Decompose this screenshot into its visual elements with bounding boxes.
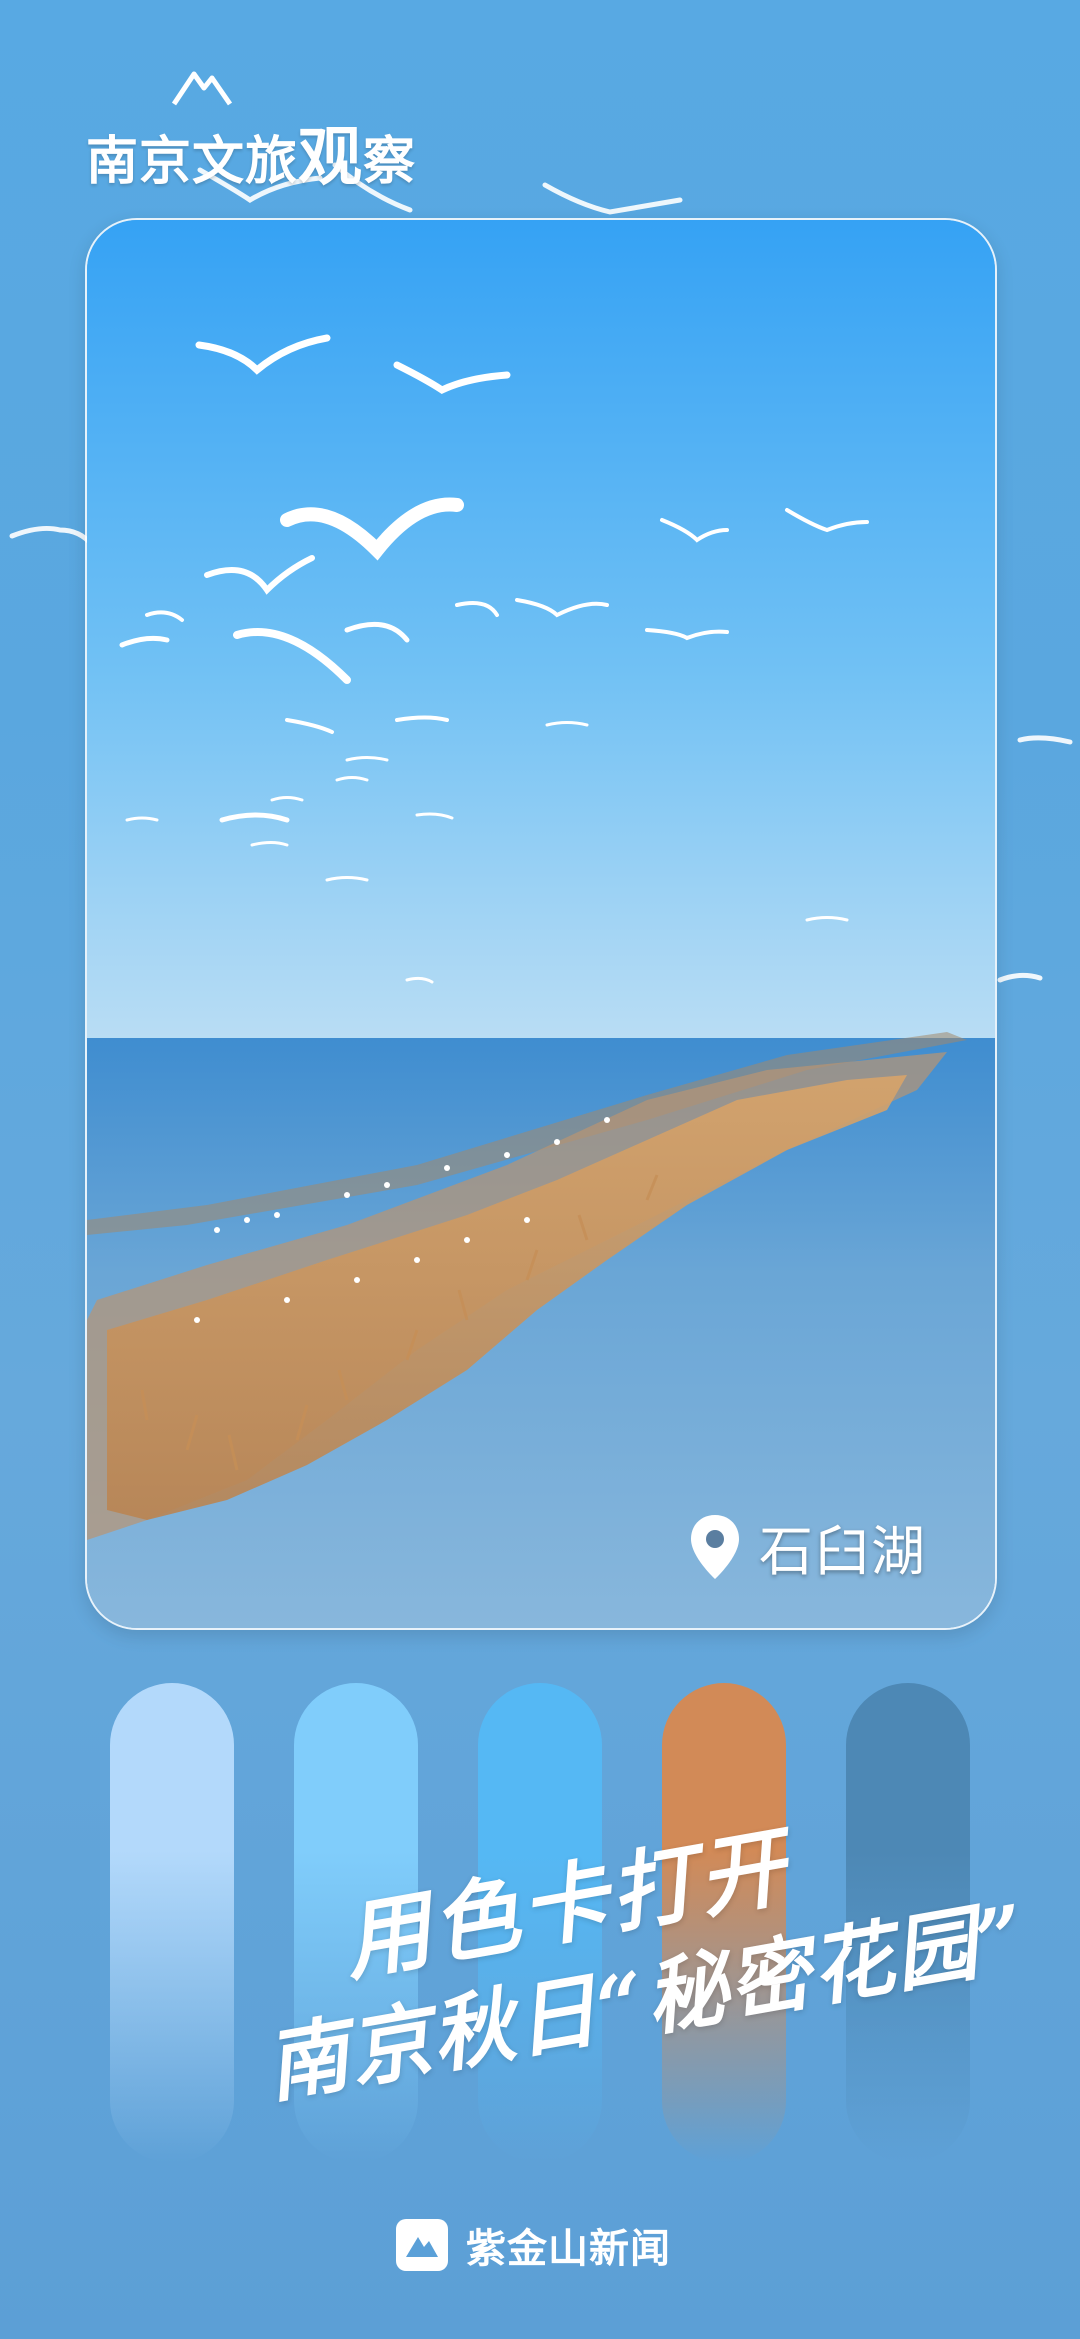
brand-title-prefix: 南京文旅 — [86, 132, 299, 192]
location-tag: 石臼湖 — [689, 1507, 927, 1586]
footer-brand: 紫金山新闻 — [396, 2216, 671, 2274]
location-label: 石臼湖 — [759, 1520, 927, 1583]
brand-title-highlight: 观 — [298, 121, 364, 195]
brand-title: 南京文旅观察 — [86, 106, 416, 198]
mountain-logo-icon — [396, 2219, 448, 2271]
brand-logo: 南京文旅观察 — [86, 66, 466, 195]
hero-photo: 石臼湖 — [85, 218, 997, 1630]
brand-title-suffix: 察 — [363, 132, 417, 192]
footer-brand-name: 紫金山新闻 — [466, 2226, 671, 2272]
map-pin-icon — [691, 1514, 739, 1579]
swatch-1 — [110, 1683, 234, 2163]
lake-scene-illustration — [87, 220, 995, 1628]
mountain-icon — [171, 71, 233, 106]
